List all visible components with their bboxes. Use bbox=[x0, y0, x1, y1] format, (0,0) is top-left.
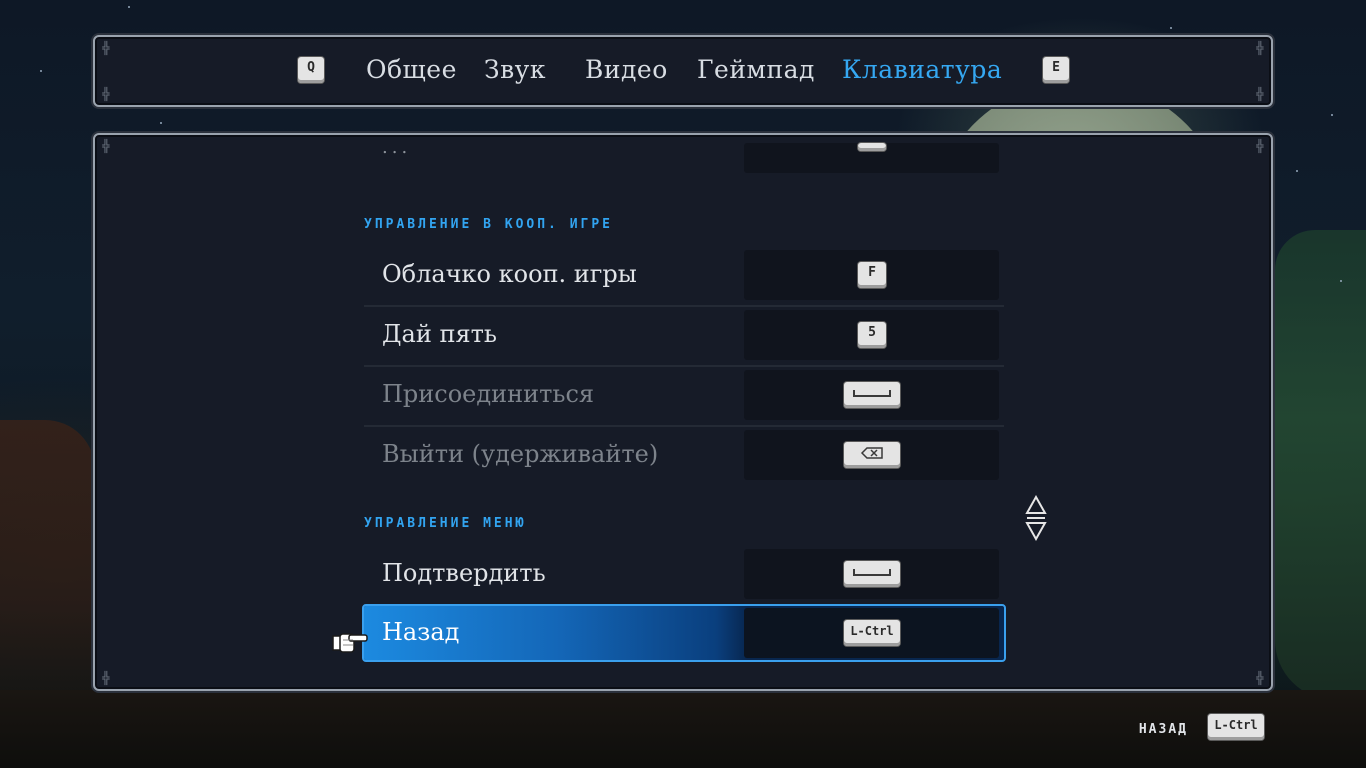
key-slot[interactable] bbox=[744, 549, 999, 599]
pointing-hand-cursor-icon bbox=[332, 633, 368, 653]
row-label: Подтвердить bbox=[382, 559, 546, 587]
row-divider bbox=[364, 425, 1004, 427]
row-divider bbox=[364, 305, 1004, 307]
star bbox=[1331, 114, 1333, 116]
corner-ornament-icon: ╬ bbox=[1256, 139, 1264, 153]
row-label: Назад bbox=[382, 618, 460, 646]
corner-ornament-icon: ╬ bbox=[1256, 671, 1264, 685]
row-label: Присоединиться bbox=[382, 380, 595, 408]
tab-sound[interactable]: Звук bbox=[484, 55, 546, 84]
row-label: Дай пять bbox=[382, 320, 497, 348]
settings-tab-bar: ╬ ╬ ╬ ╬ Q Общее Звук Видео Геймпад Клави… bbox=[93, 35, 1273, 107]
scroll-up-down-icon[interactable] bbox=[1021, 495, 1051, 541]
key-slot[interactable]: F bbox=[744, 250, 999, 300]
f-key-icon: F bbox=[858, 262, 886, 288]
row-label: ... bbox=[382, 137, 412, 158]
backspace-key-icon bbox=[844, 442, 900, 468]
key-slot[interactable]: 5 bbox=[744, 310, 999, 360]
keybinding-row-truncated[interactable]: ... bbox=[364, 129, 1004, 179]
section-title-coop: УПРАВЛЕНИЕ В КООП. ИГРЕ bbox=[364, 217, 614, 232]
tab-video[interactable]: Видео bbox=[585, 55, 668, 84]
keybinding-row-join[interactable]: Присоединиться bbox=[364, 370, 1004, 427]
row-divider bbox=[364, 365, 1004, 367]
key-slot[interactable] bbox=[744, 370, 999, 420]
foliage-right-background bbox=[1275, 230, 1366, 700]
next-tab-key-button[interactable]: E bbox=[1043, 57, 1069, 83]
key-icon bbox=[858, 143, 886, 151]
space-key-icon bbox=[844, 561, 900, 587]
space-key-icon bbox=[844, 382, 900, 408]
tab-general[interactable]: Общее bbox=[366, 55, 457, 84]
keybinding-row-back[interactable]: Назад L-Ctrl bbox=[362, 604, 1006, 662]
star bbox=[1170, 27, 1172, 29]
keybinding-row-coop-bubble[interactable]: Облачко кооп. игры F bbox=[364, 250, 1004, 307]
key-slot[interactable] bbox=[744, 430, 999, 480]
lctrl-key-icon: L-Ctrl bbox=[1208, 714, 1264, 740]
key-slot[interactable]: L-Ctrl bbox=[744, 608, 999, 658]
corner-ornament-icon: ╬ bbox=[102, 139, 110, 153]
tab-keyboard[interactable]: Клавиатура bbox=[842, 55, 1002, 84]
lctrl-key-icon: L-Ctrl bbox=[844, 620, 900, 646]
prev-tab-key-button[interactable]: Q bbox=[298, 57, 324, 83]
keybinding-panel: ╬ ╬ ╬ ╬ ... УПРАВЛЕНИЕ В КООП. ИГРЕ Обла… bbox=[93, 133, 1273, 691]
star bbox=[128, 6, 130, 8]
tab-gamepad[interactable]: Геймпад bbox=[697, 55, 815, 84]
keybinding-row-leave[interactable]: Выйти (удерживайте) bbox=[364, 430, 1004, 482]
star bbox=[160, 122, 162, 124]
row-label: Выйти (удерживайте) bbox=[382, 440, 659, 468]
keybinding-row-confirm[interactable]: Подтвердить bbox=[364, 549, 1004, 606]
key-slot[interactable] bbox=[744, 143, 999, 173]
5-key-icon: 5 bbox=[858, 322, 886, 348]
corner-ornament-icon: ╬ bbox=[102, 671, 110, 685]
keybinding-row-high-five[interactable]: Дай пять 5 bbox=[364, 310, 1004, 367]
section-title-menu: УПРАВЛЕНИЕ МЕНЮ bbox=[364, 516, 527, 531]
row-label: Облачко кооп. игры bbox=[382, 260, 637, 288]
foliage-left-background bbox=[0, 420, 95, 720]
star bbox=[1340, 280, 1342, 282]
star bbox=[40, 70, 42, 72]
back-hint-label: НАЗАД bbox=[1138, 722, 1188, 737]
star bbox=[1296, 170, 1298, 172]
